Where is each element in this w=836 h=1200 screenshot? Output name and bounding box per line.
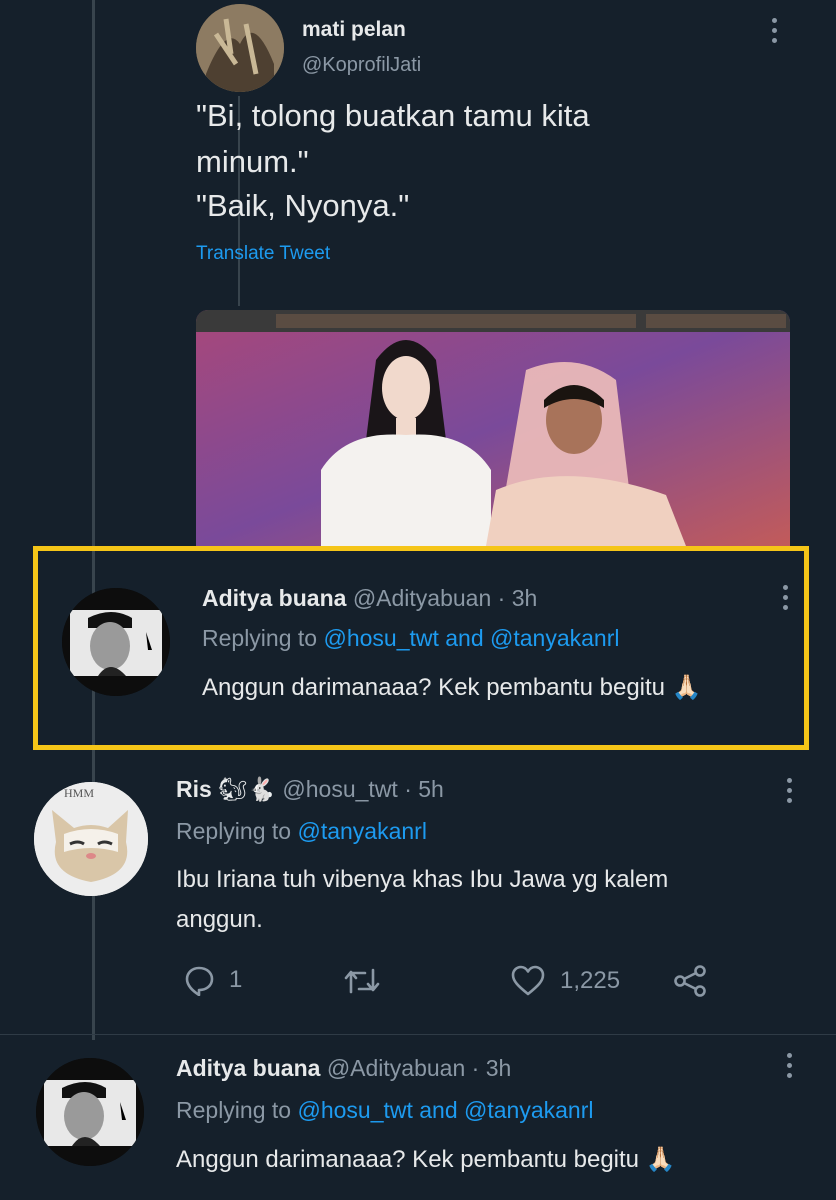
more-options-icon[interactable]	[783, 585, 789, 610]
ris-name-emoji: 🐿🐇	[218, 776, 277, 802]
bottom-reply-text: Anggun darimanaaa? Kek pembantu begitu 🙏…	[176, 1146, 676, 1173]
ris-text-line-1: Ibu Iriana tuh vibenya khas Ibu Jawa yg …	[176, 866, 669, 893]
reply-text: Anggun darimanaaa? Kek pembantu begitu 🙏…	[202, 674, 702, 701]
reply-display-name[interactable]: Aditya buana	[202, 585, 346, 611]
like-button[interactable]: 1,225	[510, 965, 620, 997]
reply-button[interactable]: 1	[183, 964, 242, 996]
top-tweet-display-name[interactable]: mati pelan	[302, 18, 406, 42]
reply-count: 1	[229, 966, 243, 993]
avatar-aditya-buana-bottom[interactable]	[36, 1058, 144, 1166]
share-button[interactable]	[672, 964, 708, 998]
retweet-button[interactable]	[343, 966, 395, 996]
avatar-ris[interactable]: HMM	[34, 782, 148, 896]
ris-replying-to-users[interactable]: @tanyakanrl	[297, 818, 426, 844]
replying-to-prefix: Replying to	[202, 625, 318, 651]
translate-tweet-link[interactable]: Translate Tweet	[196, 243, 330, 265]
divider	[0, 1034, 836, 1035]
replying-to-users[interactable]: @hosu_twt and @tanyakanrl	[323, 625, 619, 651]
retweet-icon	[344, 968, 380, 994]
more-options-icon[interactable]	[787, 778, 793, 803]
ris-display-name[interactable]: Ris	[176, 776, 212, 802]
bottom-replying-to-users[interactable]: @hosu_twt and @tanyakanrl	[297, 1097, 593, 1123]
more-options-icon[interactable]	[772, 18, 778, 43]
top-tweet-text-line-1: "Bi, tolong buatkan tamu kita	[196, 98, 590, 133]
top-tweet-text-line-3: "Baik, Nyonya."	[196, 188, 410, 223]
ris-replying-prefix: Replying to	[176, 818, 292, 844]
avatar-aditya-buana[interactable]	[62, 588, 170, 696]
tweet-photo[interactable]	[196, 310, 790, 546]
bottom-reply-handle-time[interactable]: @Adityabuan · 3h	[327, 1055, 511, 1081]
ris-handle-time[interactable]: @hosu_twt · 5h	[282, 776, 443, 802]
top-tweet-handle[interactable]: @KoprofilJati	[302, 54, 421, 77]
bottom-replying-prefix: Replying to	[176, 1097, 292, 1123]
avatar-mati-pelan[interactable]	[196, 4, 284, 92]
like-count: 1,225	[560, 967, 621, 994]
reply-handle-time[interactable]: @Adityabuan · 3h	[353, 585, 537, 611]
share-icon	[674, 965, 706, 997]
top-tweet-text-line-2: minum."	[196, 144, 309, 179]
ris-text-line-2: anggun.	[176, 906, 263, 933]
more-options-icon[interactable]	[787, 1053, 793, 1078]
reply-icon	[185, 966, 214, 996]
bottom-reply-display-name[interactable]: Aditya buana	[176, 1055, 320, 1081]
avatar-watermark: HMM	[64, 786, 95, 800]
like-icon	[511, 965, 545, 996]
